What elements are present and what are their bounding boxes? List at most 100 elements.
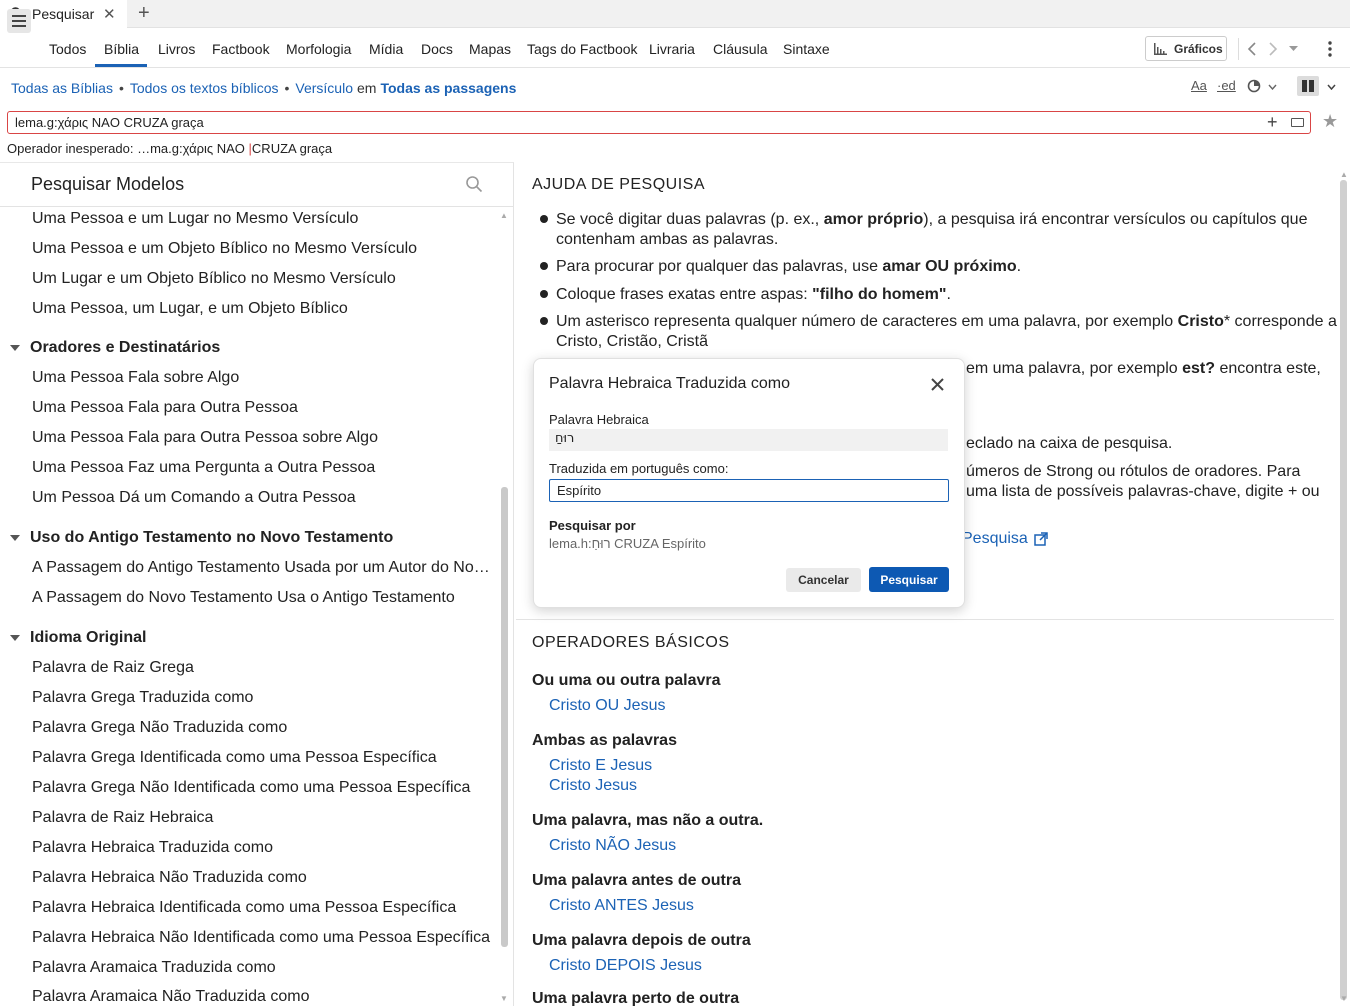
- group-speakers-toggle[interactable]: Oradores e Destinatários: [10, 339, 220, 357]
- operator-example-link[interactable]: Cristo ANTES Jesus: [549, 897, 694, 915]
- template-item[interactable]: Uma Pessoa Fala sobre Algo: [32, 369, 494, 387]
- operator-example-link[interactable]: Cristo OU Jesus: [549, 697, 665, 715]
- more-options-icon[interactable]: [1328, 41, 1332, 57]
- template-item[interactable]: Palavra Aramaica Traduzida como: [32, 959, 494, 977]
- charts-button[interactable]: Gráficos: [1145, 36, 1227, 61]
- new-tab-icon[interactable]: +: [138, 2, 150, 25]
- operator-heading: Uma palavra perto de outra: [532, 990, 740, 1006]
- operator-example-link[interactable]: Cristo DEPOIS Jesus: [549, 957, 702, 975]
- template-item[interactable]: Uma Pessoa Fala para Outra Pessoa sobre …: [32, 429, 494, 447]
- text-display-icon[interactable]: ·ed: [1217, 78, 1236, 93]
- favorite-star-icon[interactable]: ★: [1322, 111, 1338, 132]
- hebrew-word-field[interactable]: רוּחַ: [549, 429, 948, 451]
- operator-example-link[interactable]: Cristo NÃO Jesus: [549, 837, 676, 855]
- tab-livros[interactable]: Livros: [158, 41, 195, 57]
- group-original-language-toggle[interactable]: Idioma Original: [10, 629, 146, 647]
- tab-livraria[interactable]: Livraria: [649, 41, 695, 57]
- operator-example-link[interactable]: Cristo E Jesus: [549, 757, 652, 775]
- forward-arrow-icon[interactable]: [1268, 42, 1278, 56]
- tab-clausula[interactable]: Cláusula: [713, 41, 767, 57]
- scroll-down-icon[interactable]: ▼: [500, 994, 508, 1003]
- close-tab-icon[interactable]: ✕: [103, 5, 116, 23]
- keyboard-icon[interactable]: [1291, 118, 1304, 127]
- tab-todos[interactable]: Todos: [49, 41, 86, 57]
- template-item[interactable]: Palavra Hebraica Não Identificada como u…: [32, 929, 494, 947]
- group-label: Idioma Original: [30, 629, 147, 646]
- split-layout-icon[interactable]: [1297, 76, 1319, 96]
- separator-dot: •: [118, 80, 124, 96]
- charts-button-label: Gráficos: [1174, 41, 1223, 56]
- tab-midia[interactable]: Mídia: [369, 41, 403, 57]
- help-text: contenham ambas as palavras.: [556, 231, 779, 248]
- font-size-icon[interactable]: Aa: [1191, 78, 1207, 93]
- operator-example-link[interactable]: Cristo Jesus: [549, 777, 637, 795]
- tab-morfologia[interactable]: Morfologia: [286, 41, 351, 57]
- error-prefix: Operador inesperado: …ma.g:χάρις NAO: [7, 141, 249, 156]
- tab-sintaxe[interactable]: Sintaxe: [783, 41, 830, 57]
- search-help-link[interactable]: Pesquisa: [962, 529, 1048, 549]
- search-query-input[interactable]: lema.g:χάρις NAO CRUZA graça +: [7, 111, 1311, 134]
- bar-chart-icon: [1154, 42, 1167, 55]
- search-help-title: AJUDA DE PESQUISA: [532, 176, 705, 193]
- close-icon[interactable]: [931, 378, 944, 391]
- operator-heading: Uma palavra depois de outra: [532, 932, 751, 949]
- templates-scrollbar[interactable]: [501, 487, 508, 947]
- operator-heading: Uma palavra, mas não a outra.: [532, 812, 764, 829]
- template-item[interactable]: A Passagem do Antigo Testamento Usada po…: [32, 559, 494, 577]
- bullet: [540, 317, 548, 325]
- history-dropdown-icon[interactable]: [1289, 46, 1298, 52]
- visual-filter-icon[interactable]: [1247, 79, 1261, 93]
- tab-mapas[interactable]: Mapas: [469, 41, 511, 57]
- template-item[interactable]: Palavra Aramaica Não Traduzida como: [32, 988, 494, 1006]
- template-item[interactable]: Palavra Hebraica Não Traduzida como: [32, 869, 494, 887]
- template-item[interactable]: Uma Pessoa e um Objeto Bíblico no Mesmo …: [32, 240, 494, 258]
- bibles-scope-link[interactable]: Todas as Bíblias: [11, 80, 113, 96]
- tab-factbook[interactable]: Factbook: [212, 41, 270, 57]
- toolbar-divider: [1238, 38, 1239, 60]
- help-text: úmeros de Strong ou rótulos de oradores.…: [966, 463, 1301, 480]
- scroll-up-icon[interactable]: ▲: [500, 211, 508, 220]
- texts-scope-link[interactable]: Todos os textos bíblicos: [130, 80, 279, 96]
- template-item[interactable]: Palavra Grega Traduzida como: [32, 689, 494, 707]
- template-item[interactable]: Palavra de Raiz Hebraica: [32, 809, 494, 827]
- add-keyword-icon[interactable]: +: [1267, 112, 1278, 133]
- help-text: encontra este,: [1215, 360, 1321, 377]
- search-by-label: Pesquisar por: [549, 518, 636, 533]
- search-button[interactable]: Pesquisar: [869, 567, 949, 592]
- help-scrollbar[interactable]: [1340, 180, 1347, 1000]
- help-item-two-words: Se você digitar duas palavras (p. ex., a…: [556, 210, 1307, 250]
- translated-as-input[interactable]: [549, 479, 949, 502]
- scroll-down-icon[interactable]: ▼: [1340, 994, 1348, 1003]
- passages-scope-link[interactable]: Todas as passagens: [380, 80, 516, 96]
- template-item[interactable]: Uma Pessoa Faz uma Pergunta a Outra Pess…: [32, 459, 494, 477]
- template-item[interactable]: Uma Pessoa Fala para Outra Pessoa: [32, 399, 494, 417]
- visual-filter-dropdown-icon[interactable]: [1268, 84, 1277, 90]
- document-tab-title: Pesquisar: [32, 6, 95, 22]
- template-item[interactable]: Uma Pessoa e um Lugar no Mesmo Versículo: [32, 210, 494, 228]
- template-item[interactable]: Palavra de Raiz Grega: [32, 659, 494, 677]
- tab-biblia[interactable]: Bíblia: [104, 41, 139, 57]
- tab-tags-factbook[interactable]: Tags do Factbook: [527, 41, 638, 57]
- help-link-text: Pesquisa: [962, 530, 1028, 547]
- group-ot-in-nt-toggle[interactable]: Uso do Antigo Testamento no Novo Testame…: [10, 529, 393, 547]
- layout-dropdown-icon[interactable]: [1327, 84, 1336, 90]
- template-item[interactable]: Uma Pessoa, um Lugar, e um Objeto Bíblic…: [32, 300, 494, 318]
- template-item[interactable]: Palavra Hebraica Identificada como uma P…: [32, 899, 494, 917]
- template-item[interactable]: Palavra Grega Não Traduzida como: [32, 719, 494, 737]
- error-suffix: CRUZA graça: [251, 141, 333, 156]
- back-arrow-icon[interactable]: [1247, 42, 1257, 56]
- template-item[interactable]: A Passagem do Novo Testamento Usa o Anti…: [32, 589, 494, 607]
- search-icon[interactable]: [465, 175, 483, 193]
- cancel-button[interactable]: Cancelar: [786, 568, 861, 592]
- hamburger-menu-icon[interactable]: [7, 9, 31, 33]
- template-item[interactable]: Um Pessoa Dá um Comando a Outra Pessoa: [32, 489, 494, 507]
- tab-docs[interactable]: Docs: [421, 41, 453, 57]
- template-item[interactable]: Um Lugar e um Objeto Bíblico no Mesmo Ve…: [32, 270, 494, 288]
- help-text: * corresponde a: [1223, 313, 1337, 330]
- search-error-message: Operador inesperado: …ma.g:χάρις NAO |CR…: [7, 141, 332, 156]
- template-item[interactable]: Palavra Hebraica Traduzida como: [32, 839, 494, 857]
- scroll-up-icon[interactable]: ▲: [1340, 170, 1348, 179]
- template-item[interactable]: Palavra Grega Não Identificada como uma …: [32, 779, 494, 797]
- template-item[interactable]: Palavra Grega Identificada como uma Pess…: [32, 749, 494, 767]
- unit-scope-link[interactable]: Versículo: [295, 80, 353, 96]
